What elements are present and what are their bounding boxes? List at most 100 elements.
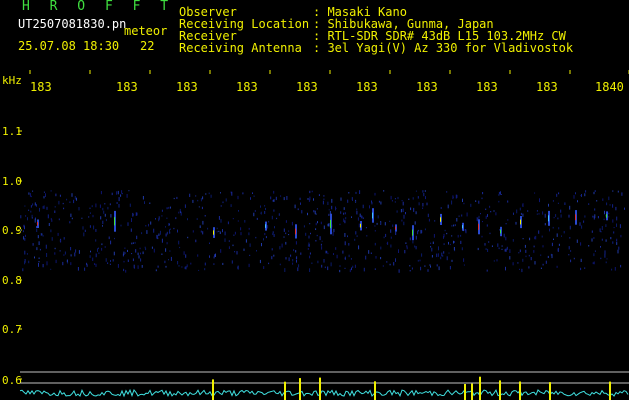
noise-dot: [328, 209, 330, 211]
noise-dot: [516, 209, 518, 214]
noise-dot: [320, 243, 322, 246]
noise-dot: [495, 212, 497, 216]
noise-dot: [308, 243, 310, 247]
noise-dot: [54, 206, 56, 208]
noise-dot: [359, 190, 361, 194]
noise-dot: [448, 241, 449, 245]
noise-dot: [310, 232, 311, 235]
noise-dot: [395, 231, 397, 235]
noise-dot: [102, 220, 104, 225]
noise-dot: [273, 209, 275, 212]
noise-dot: [317, 221, 318, 224]
noise-dot: [43, 205, 45, 209]
noise-dot: [146, 230, 148, 234]
noise-dot: [110, 214, 112, 218]
noise-dot: [409, 270, 411, 272]
noise-dot: [499, 191, 501, 195]
noise-dot: [311, 262, 313, 264]
noise-dot: [604, 253, 606, 258]
noise-dot: [530, 257, 532, 261]
noise-dot: [36, 228, 38, 232]
noise-dot: [91, 205, 93, 208]
noise-dot: [305, 232, 307, 236]
noise-dot: [117, 190, 119, 195]
noise-dot: [573, 257, 575, 260]
noise-dot: [108, 236, 110, 240]
noise-dot: [166, 242, 168, 245]
noise-dot: [339, 265, 341, 267]
noise-dot: [557, 247, 559, 252]
noise-dot: [609, 204, 611, 206]
noise-dot: [272, 199, 274, 202]
noise-dot: [228, 240, 230, 242]
noise-dot: [501, 245, 503, 247]
noise-dot: [93, 225, 95, 230]
noise-dot: [355, 231, 357, 235]
noise-dot: [599, 228, 601, 232]
noise-dot: [309, 190, 311, 194]
noise-dot: [465, 230, 467, 233]
noise-dot: [498, 194, 500, 196]
noise-dot: [413, 207, 415, 212]
noise-dot: [113, 251, 115, 256]
noise-dot: [417, 196, 419, 199]
noise-dot: [340, 211, 342, 214]
noise-dot: [132, 258, 134, 262]
noise-dot: [116, 202, 118, 204]
noise-dot: [30, 195, 32, 198]
noise-dot: [265, 207, 266, 211]
noise-dot: [222, 262, 224, 265]
noise-dot: [343, 212, 345, 215]
noise-dot: [415, 190, 417, 192]
noise-dot: [295, 241, 297, 245]
noise-dot: [123, 251, 125, 255]
noise-dot: [619, 224, 621, 229]
noise-dot: [389, 220, 391, 222]
noise-dot: [231, 191, 233, 196]
noise-dot: [296, 259, 297, 263]
noise-dot: [187, 236, 189, 239]
noise-dot: [440, 256, 442, 260]
noise-dot: [580, 267, 582, 271]
noise-dot: [111, 192, 113, 196]
noise-dot: [279, 263, 281, 266]
noise-dot: [488, 241, 490, 243]
noise-dot: [28, 192, 30, 195]
noise-dot: [478, 200, 480, 204]
noise-dot: [216, 227, 218, 230]
noise-dot: [426, 202, 428, 206]
noise-dot: [396, 210, 398, 213]
noise-dot: [521, 268, 523, 273]
noise-dot: [417, 230, 419, 235]
noise-dot: [591, 230, 593, 233]
noise-dot: [165, 265, 167, 268]
noise-dot: [343, 207, 345, 210]
noise-dot: [533, 250, 535, 253]
noise-dot: [421, 253, 423, 257]
noise-dot: [58, 218, 60, 221]
noise-dot: [54, 210, 56, 213]
noise-dot: [462, 198, 463, 202]
noise-dot: [470, 203, 472, 207]
noise-dot: [401, 200, 403, 202]
noise-dot: [234, 231, 236, 235]
noise-dot: [209, 242, 210, 244]
noise-dot: [600, 246, 601, 248]
noise-dot: [218, 230, 220, 232]
noise-dot: [159, 230, 161, 235]
noise-dot: [75, 249, 77, 253]
noise-dot: [560, 209, 562, 213]
noise-dot: [320, 221, 322, 225]
noise-dot: [605, 261, 607, 264]
noise-dot: [391, 200, 393, 202]
noise-dot: [280, 195, 282, 197]
noise-dot: [82, 226, 84, 230]
noise-dot: [327, 223, 329, 227]
noise-dot: [351, 267, 352, 271]
noise-dot: [485, 208, 487, 210]
noise-dot: [604, 250, 606, 255]
noise-dot: [569, 237, 571, 239]
noise-dot: [157, 265, 159, 268]
noise-dot: [89, 225, 91, 228]
noise-dot: [45, 193, 46, 197]
